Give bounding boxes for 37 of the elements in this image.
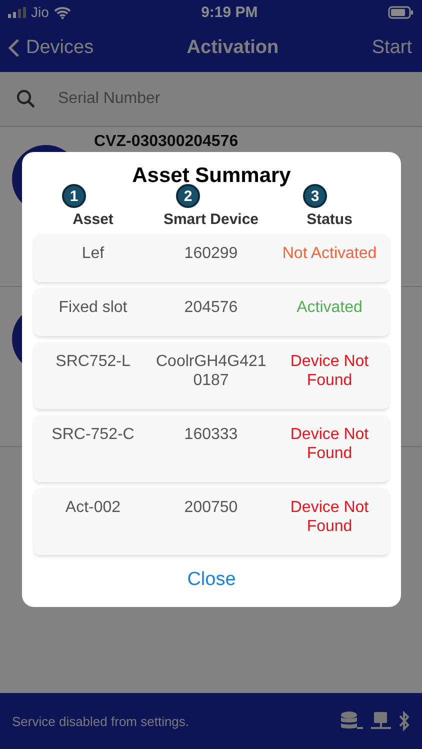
carrier-name: Jio [31, 4, 49, 20]
column-header: Status [306, 211, 352, 228]
back-label[interactable]: Devices [26, 37, 94, 59]
number-marker: 2 [176, 184, 200, 208]
number-marker: 1 [62, 184, 86, 208]
wifi-icon [54, 6, 71, 18]
asset-name: SRC-752-C [50, 425, 136, 445]
asset-name: Lef [80, 244, 106, 263]
status-text: Device Not Found [289, 425, 370, 463]
status-text: Activated [296, 298, 364, 317]
search-icon [16, 89, 36, 109]
status-text: Device Not Found [289, 498, 370, 536]
smart-device-id: 204576 [183, 298, 239, 317]
status-text: Device Not Found [289, 352, 370, 390]
network-icon [370, 711, 392, 731]
status-text: Not Activated [281, 244, 378, 263]
smart-device-id: CoolrGH4G421 0187 [155, 352, 268, 390]
number-marker: 3 [303, 184, 327, 208]
smart-device-id: 160299 [183, 244, 239, 263]
smart-device-id: 160333 [183, 425, 239, 445]
battery-icon [388, 6, 414, 18]
database-icon [340, 711, 364, 731]
smart-device-id: 200750 [183, 498, 239, 518]
service-message: Service disabled from settings. [12, 714, 190, 728]
column-header: Asset [72, 211, 114, 228]
device-serial: CVZ-030300204576 [94, 133, 238, 151]
column-header: Smart Device [163, 211, 259, 228]
start-button[interactable]: Start [372, 37, 412, 59]
clock-time: 9:19 PM [201, 4, 258, 20]
bluetooth-icon [398, 711, 410, 731]
back-button[interactable]: Devices [8, 37, 94, 59]
asset-name: Fixed slot [58, 298, 128, 317]
signal-icon [8, 6, 26, 18]
screen-title: Activation [186, 37, 279, 59]
close-button[interactable]: Close [179, 565, 244, 595]
asset-name: Act-002 [64, 498, 122, 518]
chevron-left-icon [8, 38, 20, 58]
